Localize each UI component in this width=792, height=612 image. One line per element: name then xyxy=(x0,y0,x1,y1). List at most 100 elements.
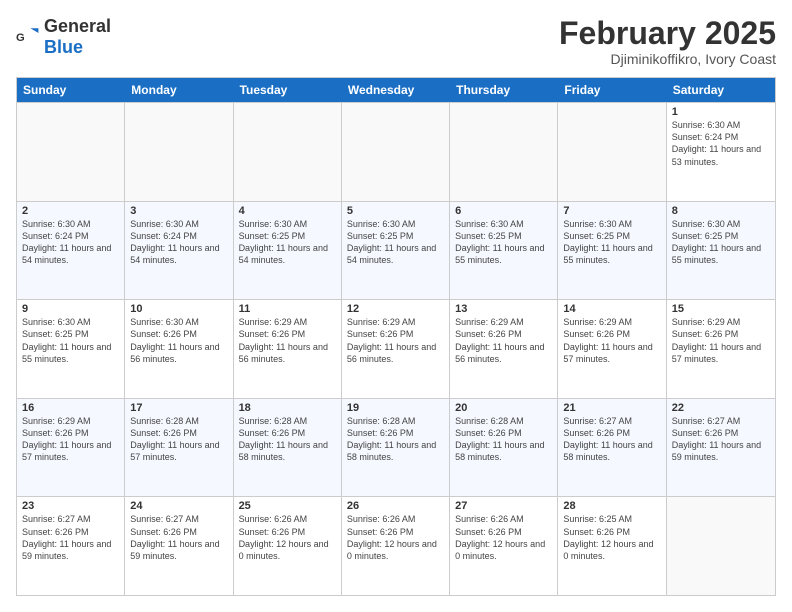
day-number: 17 xyxy=(130,402,227,414)
day-info: Sunrise: 6:30 AM Sunset: 6:24 PM Dayligh… xyxy=(22,218,119,267)
header-friday: Friday xyxy=(558,78,666,102)
cal-cell-1-3: 5Sunrise: 6:30 AM Sunset: 6:25 PM Daylig… xyxy=(342,202,450,300)
day-number: 24 xyxy=(130,500,227,512)
day-info: Sunrise: 6:27 AM Sunset: 6:26 PM Dayligh… xyxy=(672,415,770,464)
day-info: Sunrise: 6:25 AM Sunset: 6:26 PM Dayligh… xyxy=(563,513,660,562)
cal-cell-0-6: 1Sunrise: 6:30 AM Sunset: 6:24 PM Daylig… xyxy=(667,103,775,201)
day-number: 10 xyxy=(130,303,227,315)
cal-cell-3-4: 20Sunrise: 6:28 AM Sunset: 6:26 PM Dayli… xyxy=(450,399,558,497)
title-block: February 2025 Djiminikoffikro, Ivory Coa… xyxy=(559,16,776,67)
cal-cell-3-5: 21Sunrise: 6:27 AM Sunset: 6:26 PM Dayli… xyxy=(558,399,666,497)
cal-cell-3-2: 18Sunrise: 6:28 AM Sunset: 6:26 PM Dayli… xyxy=(234,399,342,497)
calendar-body: 1 Sunrise: 6:30 AM Sunset: 6:24 PM Daylig… xyxy=(17,102,775,595)
day-number: 18 xyxy=(239,402,336,414)
week-row-3: 16Sunrise: 6:29 AM Sunset: 6:26 PM Dayli… xyxy=(17,398,775,497)
day-number: 5 xyxy=(347,205,444,217)
day-info: Sunrise: 6:30 AM Sunset: 6:25 PM Dayligh… xyxy=(563,218,660,267)
header-tuesday: Tuesday xyxy=(234,78,342,102)
cal-cell-1-5: 7Sunrise: 6:30 AM Sunset: 6:25 PM Daylig… xyxy=(558,202,666,300)
cal-cell-2-4: 13Sunrise: 6:29 AM Sunset: 6:26 PM Dayli… xyxy=(450,300,558,398)
day-number: 25 xyxy=(239,500,336,512)
day-info: Sunrise: 6:30 AM Sunset: 6:26 PM Dayligh… xyxy=(130,316,227,365)
cal-cell-0-0 xyxy=(17,103,125,201)
logo-icon: G xyxy=(16,25,40,49)
day-number: 2 xyxy=(22,205,119,217)
day-info: Sunrise: 6:27 AM Sunset: 6:26 PM Dayligh… xyxy=(22,513,119,562)
week-row-1: 2Sunrise: 6:30 AM Sunset: 6:24 PM Daylig… xyxy=(17,201,775,300)
cal-cell-4-0: 23Sunrise: 6:27 AM Sunset: 6:26 PM Dayli… xyxy=(17,497,125,595)
page: G General Blue February 2025 Djiminikoff… xyxy=(0,0,792,612)
day-number: 20 xyxy=(455,402,552,414)
day-number: 23 xyxy=(22,500,119,512)
day-number: 8 xyxy=(672,205,770,217)
cal-cell-3-0: 16Sunrise: 6:29 AM Sunset: 6:26 PM Dayli… xyxy=(17,399,125,497)
day-info: Sunrise: 6:28 AM Sunset: 6:26 PM Dayligh… xyxy=(130,415,227,464)
logo-blue: Blue xyxy=(44,37,83,57)
location: Djiminikoffikro, Ivory Coast xyxy=(559,51,776,67)
header-saturday: Saturday xyxy=(667,78,775,102)
logo-general: General xyxy=(44,16,111,36)
cal-cell-0-2 xyxy=(234,103,342,201)
day-number: 22 xyxy=(672,402,770,414)
day-info: Sunrise: 6:27 AM Sunset: 6:26 PM Dayligh… xyxy=(130,513,227,562)
day-number: 6 xyxy=(455,205,552,217)
day-number: 16 xyxy=(22,402,119,414)
day-info: Sunrise: 6:29 AM Sunset: 6:26 PM Dayligh… xyxy=(22,415,119,464)
week-row-2: 9Sunrise: 6:30 AM Sunset: 6:25 PM Daylig… xyxy=(17,299,775,398)
cal-cell-4-3: 26Sunrise: 6:26 AM Sunset: 6:26 PM Dayli… xyxy=(342,497,450,595)
day-info: Sunrise: 6:30 AM Sunset: 6:25 PM Dayligh… xyxy=(455,218,552,267)
cal-cell-2-6: 15Sunrise: 6:29 AM Sunset: 6:26 PM Dayli… xyxy=(667,300,775,398)
cal-cell-2-1: 10Sunrise: 6:30 AM Sunset: 6:26 PM Dayli… xyxy=(125,300,233,398)
cal-cell-3-1: 17Sunrise: 6:28 AM Sunset: 6:26 PM Dayli… xyxy=(125,399,233,497)
day-info: Sunrise: 6:30 AM Sunset: 6:24 PM Dayligh… xyxy=(130,218,227,267)
day-number: 7 xyxy=(563,205,660,217)
cal-cell-4-2: 25Sunrise: 6:26 AM Sunset: 6:26 PM Dayli… xyxy=(234,497,342,595)
header-thursday: Thursday xyxy=(450,78,558,102)
day-number: 14 xyxy=(563,303,660,315)
logo-text: General Blue xyxy=(44,16,111,58)
day-info: Sunrise: 6:28 AM Sunset: 6:26 PM Dayligh… xyxy=(347,415,444,464)
cal-cell-2-3: 12Sunrise: 6:29 AM Sunset: 6:26 PM Dayli… xyxy=(342,300,450,398)
day-number: 11 xyxy=(239,303,336,315)
day-info: Sunrise: 6:29 AM Sunset: 6:26 PM Dayligh… xyxy=(455,316,552,365)
header: G General Blue February 2025 Djiminikoff… xyxy=(16,16,776,67)
cal-cell-2-0: 9Sunrise: 6:30 AM Sunset: 6:25 PM Daylig… xyxy=(17,300,125,398)
week-row-0: 1Sunrise: 6:30 AM Sunset: 6:24 PM Daylig… xyxy=(17,102,775,201)
cal-cell-1-2: 4Sunrise: 6:30 AM Sunset: 6:25 PM Daylig… xyxy=(234,202,342,300)
week-row-4: 23Sunrise: 6:27 AM Sunset: 6:26 PM Dayli… xyxy=(17,496,775,595)
day-info: Sunrise: 6:29 AM Sunset: 6:26 PM Dayligh… xyxy=(347,316,444,365)
day-info: Sunrise: 6:29 AM Sunset: 6:26 PM Dayligh… xyxy=(563,316,660,365)
day-info: Sunrise: 6:30 AM Sunset: 6:25 PM Dayligh… xyxy=(672,218,770,267)
calendar: Sunday Monday Tuesday Wednesday Thursday… xyxy=(16,77,776,596)
cal-cell-2-5: 14Sunrise: 6:29 AM Sunset: 6:26 PM Dayli… xyxy=(558,300,666,398)
day-info: Sunrise: 6:26 AM Sunset: 6:26 PM Dayligh… xyxy=(455,513,552,562)
day-number: 19 xyxy=(347,402,444,414)
cal-cell-0-3 xyxy=(342,103,450,201)
cal-cell-0-5 xyxy=(558,103,666,201)
day-info: Sunrise: 6:30 AM Sunset: 6:25 PM Dayligh… xyxy=(239,218,336,267)
cal-cell-1-6: 8Sunrise: 6:30 AM Sunset: 6:25 PM Daylig… xyxy=(667,202,775,300)
header-wednesday: Wednesday xyxy=(342,78,450,102)
cal-cell-4-4: 27Sunrise: 6:26 AM Sunset: 6:26 PM Dayli… xyxy=(450,497,558,595)
cal-cell-3-3: 19Sunrise: 6:28 AM Sunset: 6:26 PM Dayli… xyxy=(342,399,450,497)
svg-text:G: G xyxy=(16,32,25,44)
day-number: 15 xyxy=(672,303,770,315)
day-number: 3 xyxy=(130,205,227,217)
cal-cell-0-1 xyxy=(125,103,233,201)
cal-cell-4-1: 24Sunrise: 6:27 AM Sunset: 6:26 PM Dayli… xyxy=(125,497,233,595)
cal-cell-0-4 xyxy=(450,103,558,201)
day-number: 12 xyxy=(347,303,444,315)
cal-cell-1-4: 6Sunrise: 6:30 AM Sunset: 6:25 PM Daylig… xyxy=(450,202,558,300)
day-info: Sunrise: 6:26 AM Sunset: 6:26 PM Dayligh… xyxy=(347,513,444,562)
header-monday: Monday xyxy=(125,78,233,102)
logo: G General Blue xyxy=(16,16,111,58)
day-info: Sunrise: 6:27 AM Sunset: 6:26 PM Dayligh… xyxy=(563,415,660,464)
month-title: February 2025 xyxy=(559,16,776,51)
header-sunday: Sunday xyxy=(17,78,125,102)
day-info: Sunrise: 6:30 AM Sunset: 6:25 PM Dayligh… xyxy=(347,218,444,267)
cal-cell-3-6: 22Sunrise: 6:27 AM Sunset: 6:26 PM Dayli… xyxy=(667,399,775,497)
day-number: 4 xyxy=(239,205,336,217)
day-number: 1 xyxy=(672,106,770,118)
day-info: Sunrise: 6:28 AM Sunset: 6:26 PM Dayligh… xyxy=(455,415,552,464)
cal-cell-4-6 xyxy=(667,497,775,595)
